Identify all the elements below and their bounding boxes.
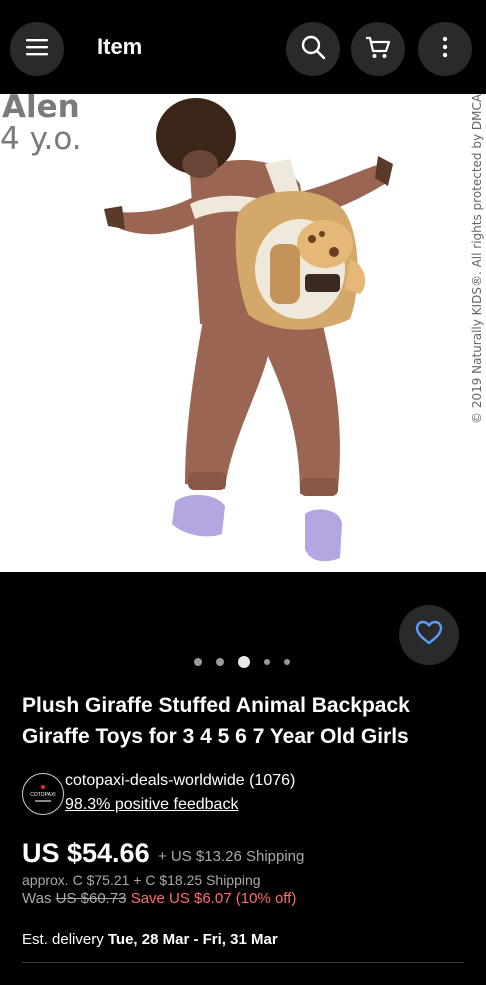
search-button[interactable] — [286, 22, 340, 76]
savings-amount: Save US $6.07 (10% off) — [130, 890, 297, 907]
was-price: US $60.73 — [55, 890, 127, 907]
carousel-dot[interactable] — [264, 659, 270, 665]
carousel-dot[interactable] — [216, 658, 224, 666]
product-title: Plush Giraffe Stuffed Animal Backpack Gi… — [22, 694, 410, 748]
carousel-dot-active[interactable] — [238, 656, 250, 668]
carousel-dot[interactable] — [284, 659, 290, 665]
child-with-giraffe-backpack-illustration — [104, 98, 393, 562]
was-label: Was — [22, 890, 52, 907]
carousel-dot[interactable] — [194, 658, 202, 666]
item-price: US $54.66 — [22, 838, 150, 868]
watermark-age: 4 y.o. — [0, 121, 82, 157]
delivery-label: Est. delivery — [22, 931, 104, 948]
menu-button[interactable] — [10, 22, 64, 76]
seller-feedback-link[interactable]: 98.3% positive feedback — [65, 796, 238, 814]
search-icon — [300, 34, 326, 65]
watchlist-button[interactable] — [399, 605, 459, 665]
more-vertical-icon — [442, 36, 448, 63]
cart-button[interactable] — [351, 22, 405, 76]
seller-avatar-text: COTOPAXI — [30, 792, 55, 798]
shipping-cost: + US $13.26 Shipping — [158, 848, 305, 865]
original-price-row: Was US $60.73 Save US $6.07 (10% off) — [22, 890, 296, 907]
hamburger-menu-icon — [25, 37, 49, 62]
more-options-button[interactable] — [418, 22, 472, 76]
seller-avatar[interactable]: COTOPAXI — [22, 773, 64, 815]
watermark-name: Alen — [2, 94, 80, 125]
heart-icon — [415, 620, 443, 651]
delivery-dates: Tue, 28 Mar - Fri, 31 Mar — [107, 931, 278, 948]
top-app-bar: Item — [0, 0, 486, 94]
page-title: Item — [97, 34, 143, 59]
copyright-notice: © 2019 Naturally KIDS®. All rights prote… — [470, 94, 484, 424]
product-image[interactable]: Alen 4 y.o. © 2019 Naturally KIDS®. All … — [0, 94, 486, 572]
cart-icon — [364, 34, 392, 65]
delivery-estimate: Est. delivery Tue, 28 Mar - Fri, 31 Mar — [22, 931, 278, 948]
image-carousel-indicator — [194, 654, 304, 670]
seller-name[interactable]: cotopaxi-deals-worldwide (1076) — [65, 772, 295, 790]
divider — [22, 962, 464, 963]
approx-price: approx. C $75.21 + C $18.25 Shipping — [22, 872, 261, 888]
